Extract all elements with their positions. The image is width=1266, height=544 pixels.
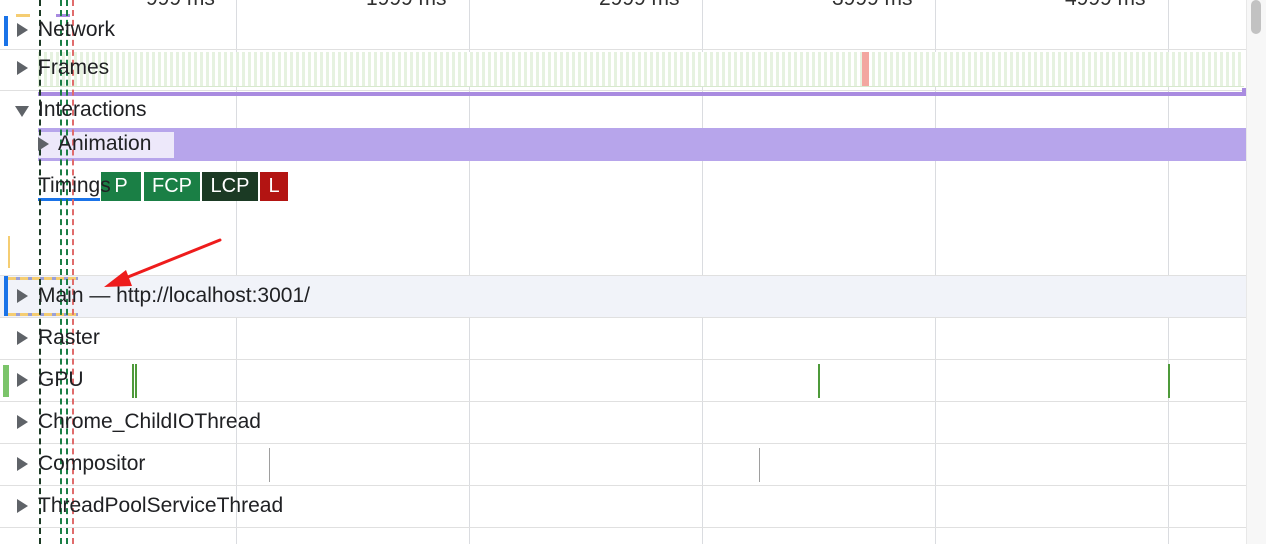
row-compositor <box>0 443 1246 486</box>
gpu-event[interactable] <box>818 364 820 398</box>
track-title-gpu[interactable]: GPU <box>38 368 84 392</box>
compositor-event[interactable] <box>269 448 270 482</box>
track-title-frames[interactable]: Frames <box>38 56 109 80</box>
animation-bar[interactable] <box>38 128 1246 161</box>
triangle-right-icon[interactable] <box>17 457 28 471</box>
track-title-network[interactable]: Network <box>38 18 115 42</box>
timing-l-chip[interactable]: L <box>260 172 288 201</box>
gpu-event[interactable] <box>135 364 137 398</box>
triangle-right-icon[interactable] <box>17 23 28 37</box>
performance-timeline[interactable]: 999 ms 1999 ms 2999 ms 3999 ms 4999 ms P… <box>0 0 1266 544</box>
timing-fcp-chip[interactable]: FCP <box>144 172 200 201</box>
gpu-overview-marker <box>3 365 9 397</box>
interaction-line[interactable] <box>38 92 1246 96</box>
timings-selection-underline <box>38 198 100 201</box>
triangle-right-icon[interactable] <box>17 289 28 303</box>
triangle-right-icon[interactable] <box>38 137 49 151</box>
red-arrow-icon <box>104 238 222 287</box>
timing-lcp-chip[interactable]: LCP <box>202 172 258 201</box>
triangle-down-icon[interactable] <box>15 106 29 117</box>
triangle-right-icon[interactable] <box>17 331 28 345</box>
triangle-right-icon[interactable] <box>17 415 28 429</box>
main-overview-marker <box>4 276 8 316</box>
track-title-childio[interactable]: Chrome_ChildIOThread <box>38 410 261 434</box>
row-network <box>0 0 1246 50</box>
track-title-interactions[interactable]: Interactions <box>38 98 147 122</box>
compositor-event[interactable] <box>759 448 760 482</box>
track-title-raster[interactable]: Raster <box>38 326 100 350</box>
row-raster <box>0 317 1246 360</box>
network-overview-marker <box>4 16 8 46</box>
timing-lcp-label: LCP <box>210 175 250 197</box>
gpu-event[interactable] <box>132 364 134 398</box>
frames-strip[interactable] <box>38 52 1244 87</box>
track-title-animation[interactable]: Animation <box>58 132 151 156</box>
scrollbar-thumb[interactable] <box>1251 0 1261 34</box>
timing-fp-label: P <box>114 175 128 197</box>
triangle-right-icon[interactable] <box>17 373 28 387</box>
triangle-right-icon[interactable] <box>17 61 28 75</box>
timing-fcp-label: FCP <box>152 175 192 197</box>
track-title-timings[interactable]: Timings <box>38 174 111 198</box>
track-title-compositor[interactable]: Compositor <box>38 452 145 476</box>
overview-marker <box>8 236 10 268</box>
vertical-scrollbar[interactable] <box>1246 0 1266 544</box>
network-overview-marker <box>16 14 30 17</box>
gpu-event[interactable] <box>1168 364 1170 398</box>
row-gpu <box>0 359 1246 402</box>
triangle-right-icon[interactable] <box>17 499 28 513</box>
timing-l-label: L <box>268 175 280 197</box>
dropped-frame[interactable] <box>862 52 869 86</box>
track-title-threadpool[interactable]: ThreadPoolServiceThread <box>38 494 283 518</box>
